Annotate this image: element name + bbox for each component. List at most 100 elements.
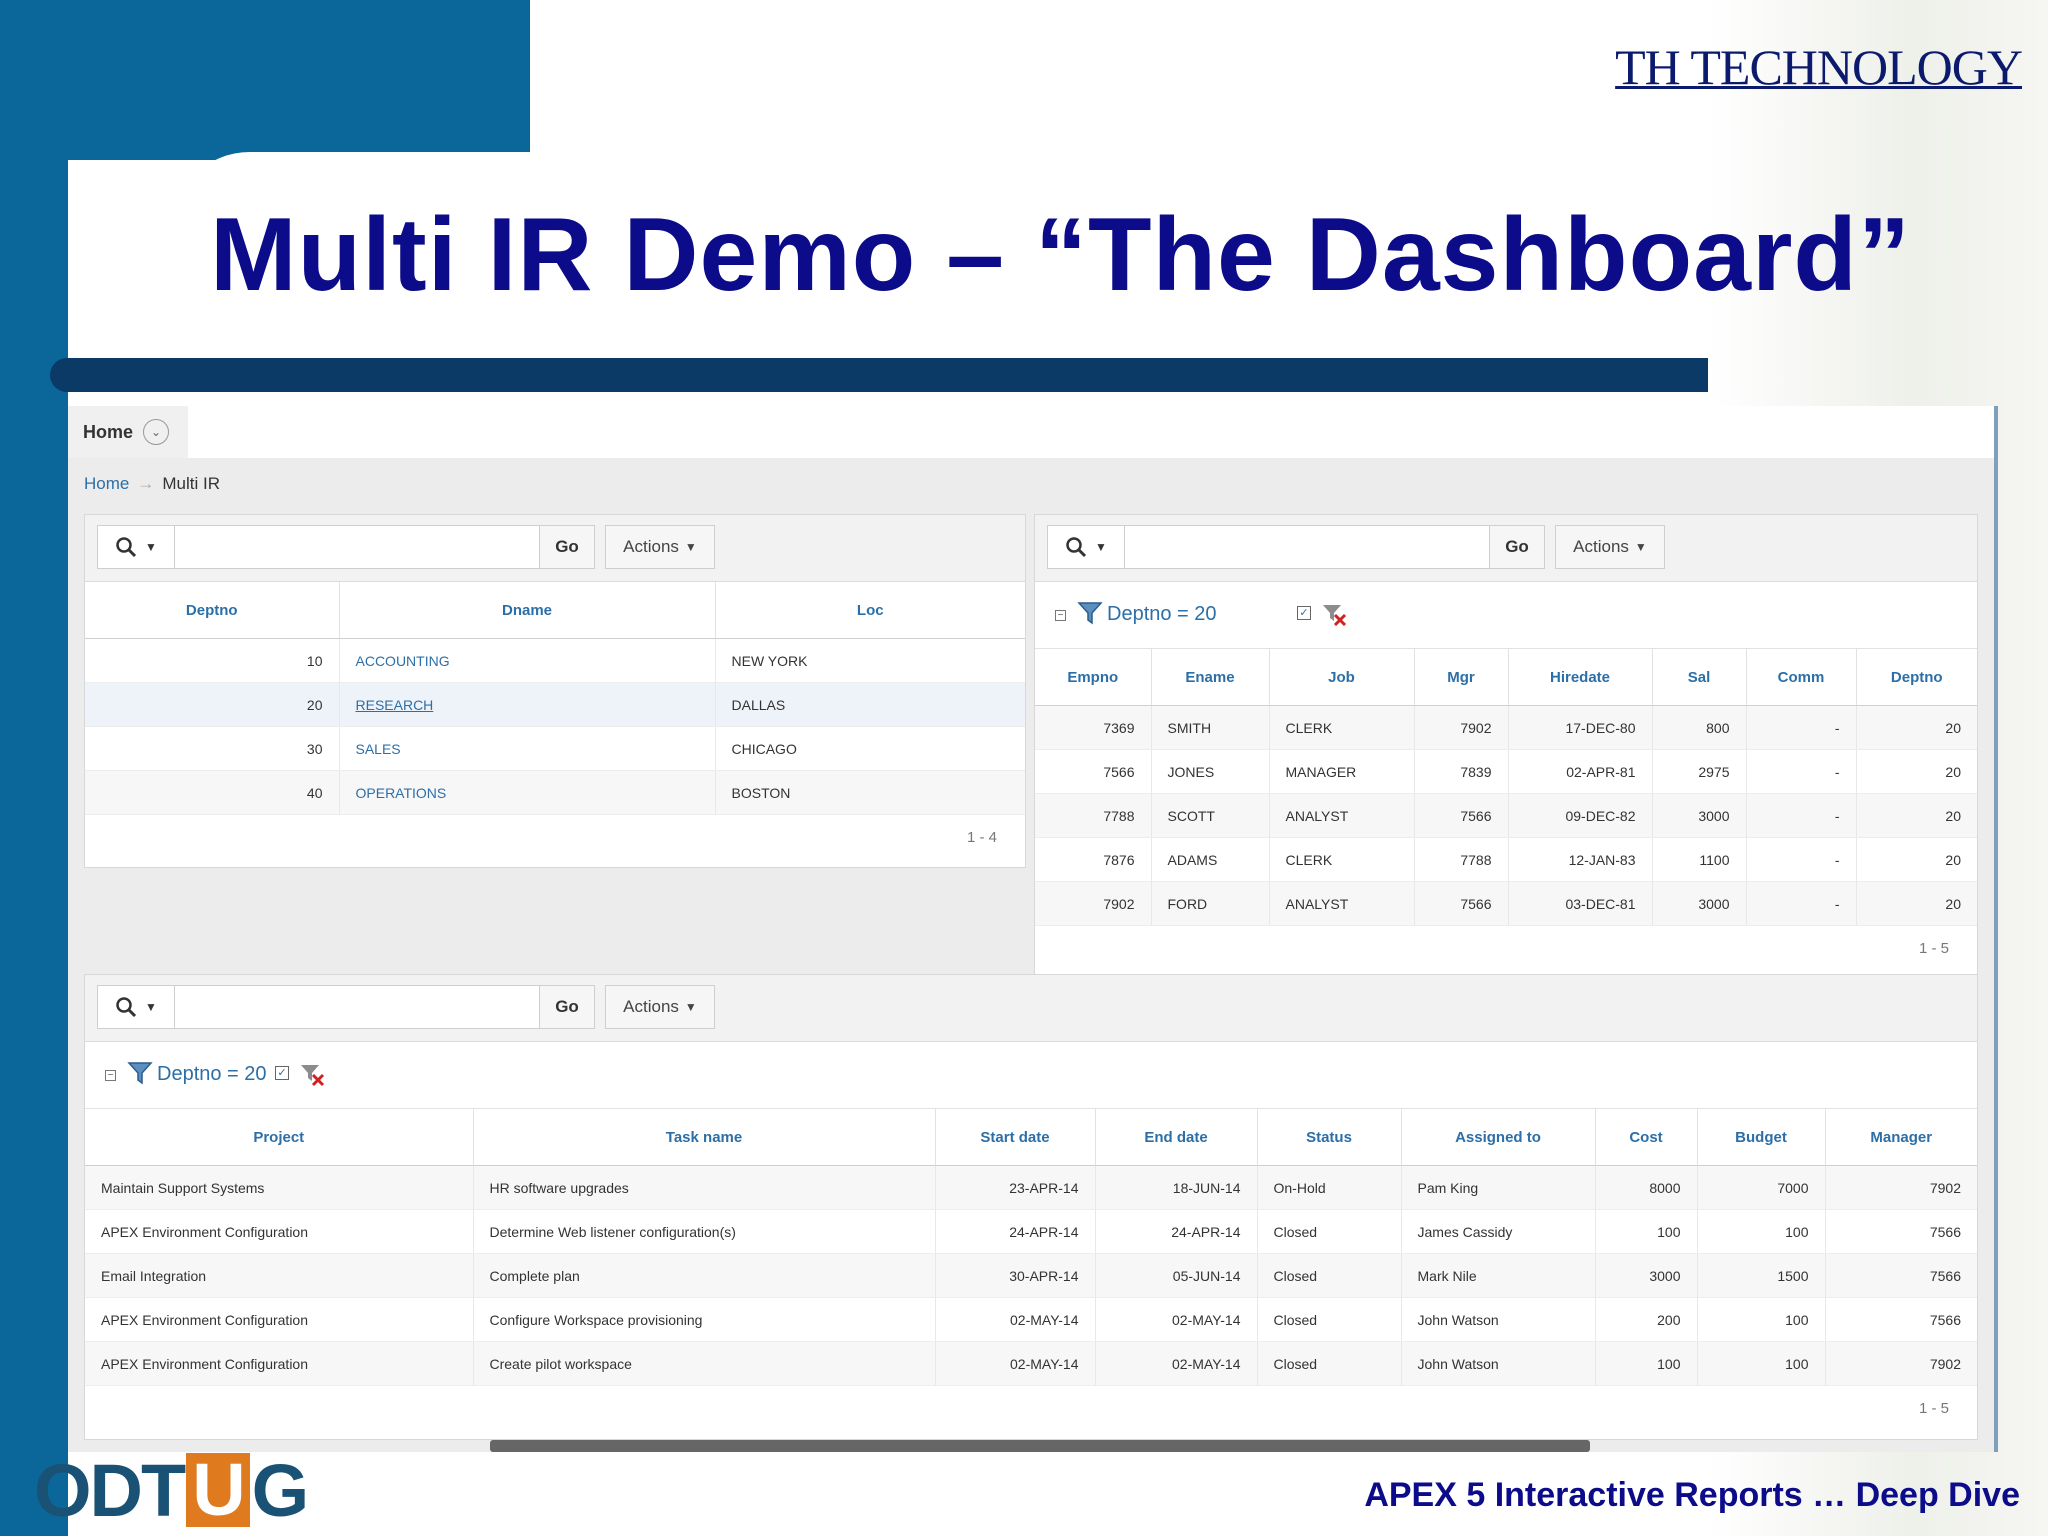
caret-down-icon: ▼ bbox=[684, 1000, 697, 1014]
column-header[interactable]: Cost bbox=[1595, 1109, 1698, 1166]
table-row: 7369 SMITH CLERK 7902 17-DEC-80 800-20 bbox=[1035, 705, 1977, 750]
column-header[interactable]: Deptno bbox=[1856, 649, 1977, 706]
cell: 8000 bbox=[1595, 1165, 1698, 1210]
chevron-down-icon[interactable]: ⌄ bbox=[143, 419, 170, 445]
task-search-box: ▼ bbox=[97, 985, 565, 1029]
column-header[interactable]: End date bbox=[1095, 1109, 1258, 1166]
actions-label: Actions bbox=[1573, 537, 1629, 556]
filter-funnel-icon bbox=[127, 1062, 153, 1085]
cell: 1100 bbox=[1652, 837, 1747, 882]
column-header[interactable]: Task name bbox=[473, 1109, 936, 1166]
caret-down-icon: ▼ bbox=[145, 540, 157, 554]
column-header[interactable]: Ename bbox=[1151, 649, 1270, 706]
cell: 02-MAY-14 bbox=[935, 1341, 1096, 1386]
search-column-menu[interactable]: ▼ bbox=[1048, 526, 1125, 568]
task-table: Project Task name Start date End date St… bbox=[85, 1109, 1977, 1386]
table-row: APEX Environment Configuration Determine … bbox=[85, 1209, 1977, 1254]
slide-title: Multi IR Demo – “The Dashboard” bbox=[210, 197, 1911, 313]
task-filter-bar: − Deptno = 20 ✓ bbox=[85, 1042, 1977, 1109]
cell: 20 bbox=[1856, 793, 1977, 838]
column-header[interactable]: Budget bbox=[1697, 1109, 1826, 1166]
cell: 200 bbox=[1595, 1297, 1698, 1342]
cell: 20 bbox=[1856, 837, 1977, 882]
task-search-input[interactable] bbox=[175, 986, 564, 1028]
cell: CLERK bbox=[1269, 705, 1415, 750]
breadcrumb-home-link[interactable]: Home bbox=[84, 474, 129, 493]
search-column-menu[interactable]: ▼ bbox=[98, 526, 175, 568]
column-header[interactable]: Hiredate bbox=[1508, 649, 1653, 706]
cell: 2975 bbox=[1652, 749, 1747, 794]
pagination-text: 1 - 5 bbox=[1918, 1400, 1949, 1417]
home-tab[interactable]: Home ⌄ bbox=[68, 406, 188, 458]
cell: 23-APR-14 bbox=[935, 1165, 1096, 1210]
column-header[interactable]: Project bbox=[85, 1109, 474, 1166]
column-header[interactable]: Manager bbox=[1825, 1109, 1977, 1166]
cell: 7566 bbox=[1825, 1297, 1977, 1342]
breadcrumb: Home → Multi IR bbox=[84, 474, 220, 494]
column-header[interactable]: Job bbox=[1269, 649, 1415, 706]
cell-dname-link[interactable]: RESEARCH bbox=[339, 682, 716, 727]
cell: 3000 bbox=[1652, 793, 1747, 838]
cell: 02-MAY-14 bbox=[1095, 1341, 1258, 1386]
cell: 100 bbox=[1595, 1209, 1698, 1254]
cell: 1500 bbox=[1697, 1253, 1826, 1298]
column-header[interactable]: Dname bbox=[339, 582, 716, 639]
column-header[interactable]: Loc bbox=[715, 582, 1025, 639]
column-header[interactable]: Status bbox=[1257, 1109, 1402, 1166]
cell: 7839 bbox=[1414, 749, 1509, 794]
caret-down-icon: ▼ bbox=[1634, 540, 1647, 554]
cell: Maintain Support Systems bbox=[85, 1165, 474, 1210]
remove-filter-icon[interactable] bbox=[299, 1062, 325, 1088]
table-row: Maintain Support Systems HR software upgr… bbox=[85, 1165, 1977, 1210]
dept-search-input[interactable] bbox=[175, 526, 564, 568]
cell: 800 bbox=[1652, 705, 1747, 750]
cell: Email Integration bbox=[85, 1253, 474, 1298]
collapse-icon[interactable]: − bbox=[105, 1070, 116, 1081]
column-header[interactable]: Sal bbox=[1652, 649, 1747, 706]
breadcrumb-current: Multi IR bbox=[162, 474, 220, 493]
search-column-menu[interactable]: ▼ bbox=[98, 986, 175, 1028]
cell-dname-link[interactable]: ACCOUNTING bbox=[339, 638, 716, 683]
table-row: 20 RESEARCH DALLAS bbox=[85, 682, 1025, 727]
cell: - bbox=[1746, 837, 1857, 882]
cell-deptno: 10 bbox=[85, 638, 340, 683]
cell: 100 bbox=[1697, 1209, 1826, 1254]
cell: 100 bbox=[1697, 1341, 1826, 1386]
emp-actions-button[interactable]: Actions ▼ bbox=[1555, 525, 1665, 569]
column-header[interactable]: Start date bbox=[935, 1109, 1096, 1166]
column-header[interactable]: Comm bbox=[1746, 649, 1857, 706]
column-header[interactable]: Assigned to bbox=[1401, 1109, 1596, 1166]
filter-label[interactable]: Deptno = 20 bbox=[157, 1063, 267, 1086]
dept-actions-button[interactable]: Actions ▼ bbox=[605, 525, 715, 569]
cell: 20 bbox=[1856, 881, 1977, 926]
column-header[interactable]: Empno bbox=[1035, 649, 1152, 706]
task-pagination: 1 - 5 bbox=[85, 1386, 1977, 1436]
task-go-button[interactable]: Go bbox=[539, 985, 595, 1029]
cell: 7566 bbox=[1035, 749, 1152, 794]
remove-filter-icon[interactable] bbox=[1321, 602, 1347, 628]
task-actions-button[interactable]: Actions ▼ bbox=[605, 985, 715, 1029]
table-row: Email Integration Complete plan 30-APR-14 0… bbox=[85, 1253, 1977, 1298]
cell: 17-DEC-80 bbox=[1508, 705, 1653, 750]
cell: JONES bbox=[1151, 749, 1270, 794]
horizontal-scrollbar[interactable] bbox=[490, 1440, 1590, 1452]
cell: APEX Environment Configuration bbox=[85, 1297, 474, 1342]
cell: 30-APR-14 bbox=[935, 1253, 1096, 1298]
cell: On-Hold bbox=[1257, 1165, 1402, 1210]
task-report-region: ▼ Go Actions ▼ − Deptno = 20 ✓ Project Ta… bbox=[84, 974, 1978, 1440]
collapse-icon[interactable]: − bbox=[1055, 610, 1066, 621]
cell-dname-link[interactable]: OPERATIONS bbox=[339, 770, 716, 815]
filter-label[interactable]: Deptno = 20 bbox=[1107, 603, 1217, 626]
cell: - bbox=[1746, 749, 1857, 794]
filter-enable-checkbox[interactable]: ✓ bbox=[275, 1066, 289, 1080]
dept-go-button[interactable]: Go bbox=[539, 525, 595, 569]
filter-enable-checkbox[interactable]: ✓ bbox=[1297, 606, 1311, 620]
column-header[interactable]: Deptno bbox=[85, 582, 340, 639]
cell: - bbox=[1746, 705, 1857, 750]
column-header[interactable]: Mgr bbox=[1414, 649, 1509, 706]
emp-go-button[interactable]: Go bbox=[1489, 525, 1545, 569]
emp-search-input[interactable] bbox=[1125, 526, 1514, 568]
cell-dname-link[interactable]: SALES bbox=[339, 726, 716, 771]
cell: ADAMS bbox=[1151, 837, 1270, 882]
cell: Closed bbox=[1257, 1341, 1402, 1386]
